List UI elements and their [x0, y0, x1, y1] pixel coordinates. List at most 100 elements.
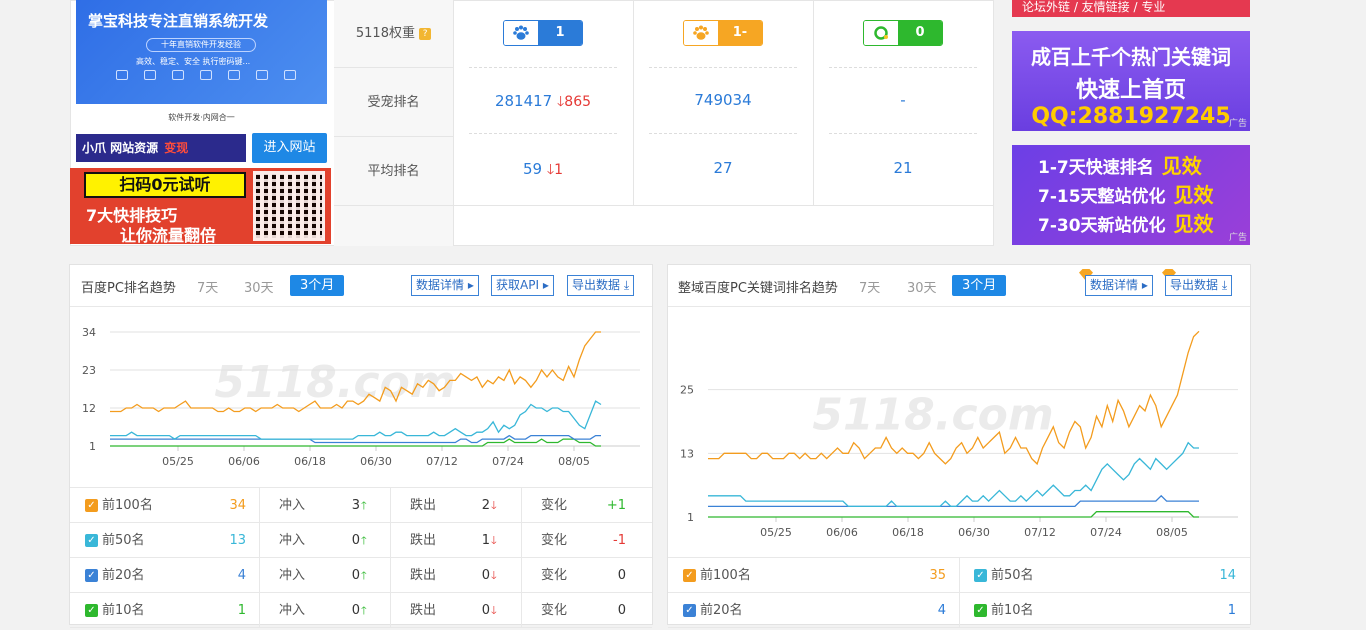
enter-site-button[interactable]: 进入网站 — [252, 133, 327, 163]
down-arrow-icon: 🡓 — [491, 499, 497, 512]
ad-feature-icons — [116, 70, 296, 80]
divider — [649, 67, 797, 68]
ad-banner-zhangbao[interactable]: 掌宝科技专注直销系统开发 十年直销软件开发经验 高效、稳定、安全 执行密码键..… — [76, 0, 327, 104]
x-tick-label: 06/30 — [360, 455, 392, 468]
divider — [390, 488, 391, 523]
ad3-line2: 让你流量翻倍 — [120, 226, 217, 244]
label-avg: 平均排名 — [334, 137, 453, 206]
trend-chart[interactable]: 5118.com 1 12 23 34 05/25 06/06 06/18 06/30 07/12… — [70, 308, 652, 486]
watermark-text: 5118.com — [214, 357, 455, 408]
label-empty — [334, 206, 453, 246]
divider — [649, 133, 797, 134]
mobile-weight-badge[interactable]: 1- — [683, 20, 763, 46]
rank-cell-360: - — [900, 91, 906, 109]
x-tick-label: 06/06 — [228, 455, 260, 468]
avg-cell-baidu[interactable]: 59 🡓1 — [453, 159, 633, 183]
download-icon: ⤓ — [623, 278, 630, 292]
divider — [829, 133, 977, 134]
legend-label: 前100名 — [700, 568, 751, 583]
help-icon[interactable]: ? — [419, 27, 432, 40]
checkbox-icon[interactable]: ✓ — [85, 604, 98, 617]
panel-header: 百度PC排名趋势 7天 30天 3个月 数据详情 ▸ 获取API ▸ 导出数据 … — [70, 265, 652, 307]
ad-tag: 广告 — [1228, 233, 1247, 243]
checkbox-icon[interactable]: ✓ — [683, 569, 696, 582]
export-data-button[interactable]: 导出数据 ⤓ — [1165, 275, 1233, 296]
trend-chart[interactable]: 5118.com 1 13 25 05/25 06/06 06/18 06/30 07/12 07… — [668, 308, 1250, 556]
caret-right-icon: ▸ — [467, 278, 474, 292]
out-value: 0 — [481, 603, 490, 618]
ad-title: 掌宝科技专注直销系统开发 — [88, 12, 269, 30]
badge-value: 1 — [538, 21, 582, 45]
rank-cell-mobile[interactable]: 749034 — [633, 91, 813, 109]
divider — [453, 205, 994, 206]
checkbox-icon[interactable]: ✓ — [85, 534, 98, 547]
row-label: 前10名 — [102, 603, 145, 618]
legend-label: 前20名 — [700, 603, 743, 618]
checkbox-icon[interactable]: ✓ — [85, 499, 98, 512]
row-label: 前100名 — [102, 498, 153, 513]
divider — [259, 593, 260, 628]
row-count: 1 — [237, 603, 246, 618]
out-value: 0 — [481, 568, 490, 583]
x-tick-label: 06/06 — [826, 526, 858, 539]
divider — [521, 593, 522, 628]
tab-7d[interactable]: 7天 — [197, 277, 218, 296]
checkbox-icon[interactable]: ✓ — [974, 604, 987, 617]
up-arrow-icon: 🡑 — [361, 534, 367, 547]
divider — [959, 593, 960, 628]
ad-caption: 软件开发·内网合一 — [76, 106, 327, 132]
ad2-highlight: 变现 — [164, 141, 189, 155]
so360-weight-badge[interactable]: 0 — [863, 20, 943, 46]
ad-banner-xiaozhua[interactable]: 小爪 网站资源 变现 — [76, 134, 246, 162]
tab-30d[interactable]: 30天 — [244, 277, 274, 296]
ad-banner-links[interactable]: 论坛外链 / 友情链接 / 专业 — [1012, 0, 1250, 17]
x-tick-label: 07/24 — [1090, 526, 1122, 539]
data-detail-button[interactable]: 数据详情 ▸ — [411, 275, 479, 296]
avg-cell-360[interactable]: 21 — [813, 159, 993, 177]
up-arrow-icon: 🡑 — [361, 499, 367, 512]
tab-7d[interactable]: 7天 — [859, 277, 880, 296]
divider — [521, 523, 522, 558]
x-tick-label: 06/18 — [892, 526, 924, 539]
change-value: +1 — [606, 498, 626, 513]
in-label: 冲入 — [279, 568, 306, 583]
export-data-button[interactable]: 导出数据 ⤓ — [567, 275, 635, 296]
stats-row: ✓ 前50名 13 冲入 0 🡑 跌出 1 🡓 变化 -1 — [70, 523, 652, 558]
divider — [390, 523, 391, 558]
ad-banner-keywords[interactable]: 成百上千个热门关键词 快速上首页 QQ:2881927245 广告 — [1012, 31, 1250, 131]
down-arrow-icon: 🡓 — [491, 534, 497, 547]
ad-banner-trial[interactable]: 扫码0元试听 7大快排技巧 让你流量翻倍 — [70, 168, 331, 244]
in-value: 0 — [351, 568, 360, 583]
legend-count: 4 — [937, 603, 946, 618]
ad-line: 成百上千个热门关键词 — [1031, 45, 1231, 69]
checkbox-icon[interactable]: ✓ — [683, 604, 696, 617]
divider — [390, 593, 391, 628]
download-icon: ⤓ — [1221, 278, 1228, 292]
x-tick-label: 08/05 — [558, 455, 590, 468]
qr-code-icon — [253, 171, 325, 241]
in-value: 3 — [351, 498, 360, 513]
baidu-pc-trend-panel: 百度PC排名趋势 7天 30天 3个月 数据详情 ▸ 获取API ▸ 导出数据 … — [69, 264, 653, 628]
change-value: 0 — [617, 568, 626, 583]
tab-3m[interactable]: 3个月 — [952, 275, 1007, 296]
checkbox-icon[interactable]: ✓ — [85, 569, 98, 582]
y-tick-label: 1 — [687, 511, 694, 524]
divider — [521, 558, 522, 593]
stats-row: ✓ 前10名 1 冲入 0 🡑 跌出 0 🡓 变化 0 — [70, 593, 652, 628]
stats-row: ✓ 前100名 34 冲入 3 🡑 跌出 2 🡓 变化 +1 — [70, 488, 652, 523]
data-detail-button[interactable]: 数据详情 ▸ — [1085, 275, 1153, 296]
y-tick-label: 13 — [680, 447, 694, 460]
x-tick-label: 07/12 — [1024, 526, 1056, 539]
checkbox-icon[interactable]: ✓ — [974, 569, 987, 582]
avg-cell-mobile[interactable]: 27 — [633, 159, 813, 177]
tab-30d[interactable]: 30天 — [907, 277, 937, 296]
rank-cell-baidu[interactable]: 281417 🡓865 — [453, 91, 633, 115]
x-tick-label: 08/05 — [1156, 526, 1188, 539]
tab-3m[interactable]: 3个月 — [290, 275, 345, 296]
x-tick-label: 07/24 — [492, 455, 524, 468]
divider — [959, 558, 960, 593]
ad-banner-ranking[interactable]: 1-7天快速排名 见效 7-15天整站优化 见效 7-30天新站优化 见效 广告 — [1012, 145, 1250, 245]
get-api-button[interactable]: 获取API ▸ — [491, 275, 554, 296]
domain-keyword-trend-panel: 整域百度PC关键词排名趋势 7天 30天 3个月 数据详情 ▸ 导出数据 ⤓ 5… — [667, 264, 1251, 628]
baidu-weight-badge[interactable]: 1 — [503, 20, 583, 46]
